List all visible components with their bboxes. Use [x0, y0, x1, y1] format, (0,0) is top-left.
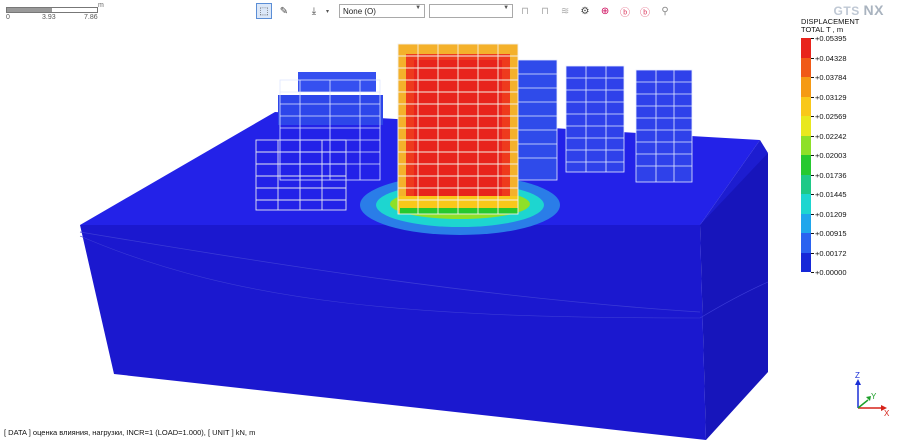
building-middle: [514, 59, 558, 181]
building-main-tower: [397, 43, 519, 215]
axis-y-label: Y: [871, 392, 877, 401]
building-right-1: [565, 65, 625, 173]
model-viewport[interactable]: [0, 0, 900, 442]
axis-x-label: X: [884, 409, 890, 416]
soil-front-face: [80, 225, 706, 440]
building-right-2: [635, 69, 693, 183]
axis-triad: Z Y X: [855, 371, 890, 416]
axis-z-label: Z: [855, 371, 860, 380]
status-bar-text: [ DATA ] оценка влияния, нагрузки, INCR=…: [4, 428, 256, 437]
